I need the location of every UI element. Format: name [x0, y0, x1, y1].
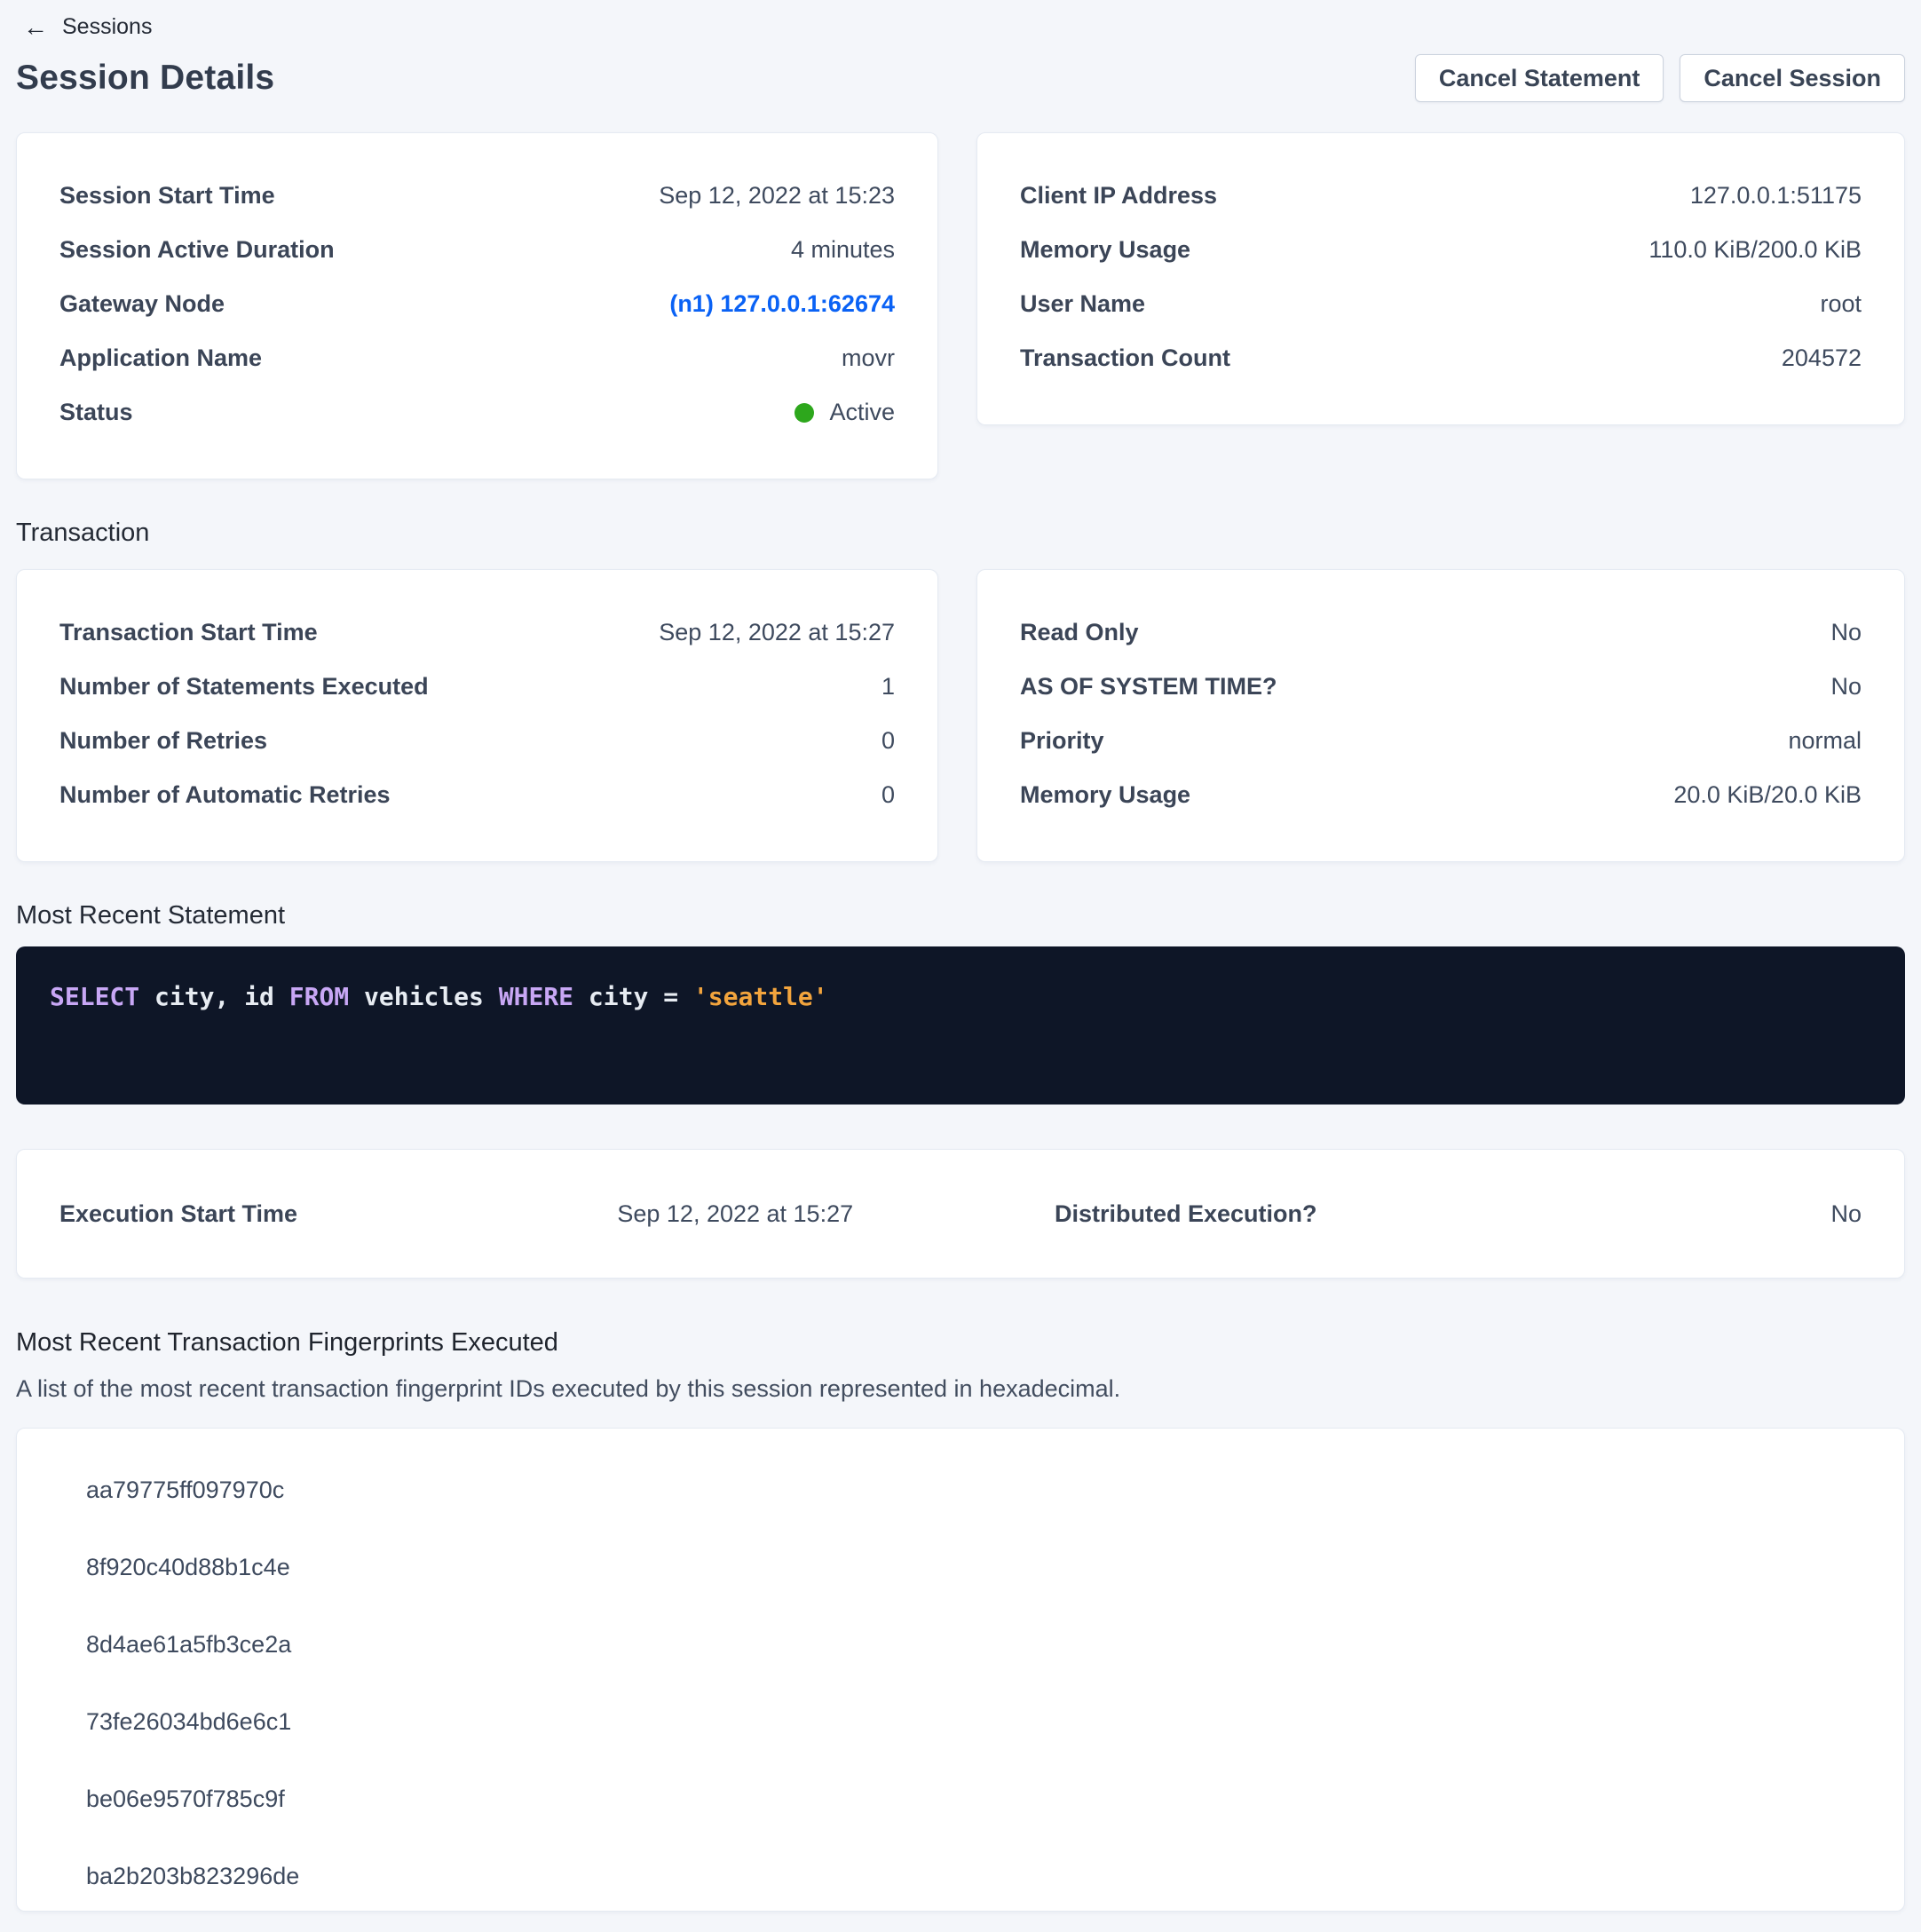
client-info-card: Client IP Address 127.0.0.1:51175 Memory…	[976, 132, 1905, 425]
info-label: User Name	[1020, 290, 1145, 318]
statement-section-heading: Most Recent Statement	[16, 901, 1905, 930]
status-value: Active	[829, 399, 895, 426]
fingerprints-section-heading: Most Recent Transaction Fingerprints Exe…	[16, 1328, 1905, 1358]
info-row-priority: Priority normal	[1020, 714, 1862, 768]
info-value: 204572	[1782, 344, 1862, 372]
info-value: Sep 12, 2022 at 15:23	[659, 182, 895, 210]
info-value: root	[1820, 290, 1862, 318]
info-label: Gateway Node	[59, 290, 225, 318]
info-value: 0	[881, 727, 895, 755]
info-value: movr	[842, 344, 895, 372]
info-label: Transaction Count	[1020, 344, 1230, 372]
info-value: No	[1830, 619, 1862, 646]
info-row-gateway-node: Gateway Node (n1) 127.0.0.1:62674	[59, 277, 895, 331]
breadcrumb-label: Sessions	[62, 14, 152, 40]
info-row-retries: Number of Retries 0	[59, 714, 895, 768]
info-row-read-only: Read Only No	[1020, 606, 1862, 660]
sql-keyword: WHERE	[499, 982, 573, 1011]
info-row-txn-start-time: Transaction Start Time Sep 12, 2022 at 1…	[59, 606, 895, 660]
sql-keyword: FROM	[289, 982, 349, 1011]
transaction-info-row: Transaction Start Time Sep 12, 2022 at 1…	[16, 569, 1905, 862]
info-label: Status	[59, 399, 133, 426]
cancel-session-button[interactable]: Cancel Session	[1680, 54, 1905, 102]
info-label: Application Name	[59, 344, 262, 372]
fingerprints-description: A list of the most recent transaction fi…	[16, 1375, 1905, 1403]
info-value: 110.0 KiB/200.0 KiB	[1648, 236, 1862, 264]
info-label: Priority	[1020, 727, 1104, 755]
info-label: Memory Usage	[1020, 236, 1190, 264]
fingerprint-list-item: ba2b203b823296de	[86, 1838, 1862, 1915]
execution-start-time-value: Sep 12, 2022 at 15:27	[617, 1200, 853, 1228]
execution-start-time-label: Execution Start Time	[59, 1200, 297, 1228]
info-row-session-active-duration: Session Active Duration 4 minutes	[59, 223, 895, 277]
info-label: Number of Retries	[59, 727, 267, 755]
info-label: AS OF SYSTEM TIME?	[1020, 673, 1277, 701]
fingerprint-list-item: be06e9570f785c9f	[86, 1761, 1862, 1838]
sql-statement-text: SELECT city, id FROM vehicles WHERE city…	[50, 982, 828, 1011]
session-details-page: ← Sessions Session Details Cancel Statem…	[0, 0, 1921, 1932]
info-row-automatic-retries: Number of Automatic Retries 0	[59, 768, 895, 822]
session-info-row: Session Start Time Sep 12, 2022 at 15:23…	[16, 132, 1905, 479]
info-row-as-of-system-time: AS OF SYSTEM TIME? No	[1020, 660, 1862, 714]
sql-string-literal: 'seattle'	[693, 982, 828, 1011]
info-row-application-name: Application Name movr	[59, 331, 895, 385]
info-label: Session Active Duration	[59, 236, 335, 264]
transaction-right-card: Read Only No AS OF SYSTEM TIME? No Prior…	[976, 569, 1905, 862]
info-label: Read Only	[1020, 619, 1139, 646]
info-row-transaction-count: Transaction Count 204572	[1020, 331, 1862, 385]
info-row-txn-memory-usage: Memory Usage 20.0 KiB/20.0 KiB	[1020, 768, 1862, 822]
fingerprints-card: aa79775ff097970c 8f920c40d88b1c4e 8d4ae6…	[16, 1428, 1905, 1912]
title-row: Session Details Cancel Statement Cancel …	[16, 54, 1905, 102]
info-label: Number of Statements Executed	[59, 673, 429, 701]
info-row-user-name: User Name root	[1020, 277, 1862, 331]
info-row-session-start-time: Session Start Time Sep 12, 2022 at 15:23	[59, 169, 895, 223]
execution-info-card: Execution Start Time Sep 12, 2022 at 15:…	[16, 1149, 1905, 1279]
gateway-node-link[interactable]: (n1) 127.0.0.1:62674	[669, 290, 895, 318]
sql-identifiers: city, id	[139, 982, 289, 1011]
info-row-statements-executed: Number of Statements Executed 1	[59, 660, 895, 714]
info-value: Sep 12, 2022 at 15:27	[659, 619, 895, 646]
sql-statement-box: SELECT city, id FROM vehicles WHERE city…	[16, 946, 1905, 1105]
sql-keyword: SELECT	[50, 982, 139, 1011]
info-value: 1	[881, 673, 895, 701]
distributed-execution-value: No	[1830, 1200, 1862, 1228]
info-value: 0	[881, 781, 895, 809]
transaction-section-heading: Transaction	[16, 519, 1905, 548]
page-actions: Cancel Statement Cancel Session	[1415, 54, 1905, 102]
info-value: No	[1830, 673, 1862, 701]
info-row-client-ip: Client IP Address 127.0.0.1:51175	[1020, 169, 1862, 223]
fingerprint-list-item: 73fe26034bd6e6c1	[86, 1683, 1862, 1761]
session-info-card: Session Start Time Sep 12, 2022 at 15:23…	[16, 132, 938, 479]
transaction-left-card: Transaction Start Time Sep 12, 2022 at 1…	[16, 569, 938, 862]
status-badge: Active	[794, 399, 895, 426]
breadcrumb-back-sessions[interactable]: ← Sessions	[16, 9, 152, 40]
info-label: Transaction Start Time	[59, 619, 318, 646]
status-active-dot-icon	[794, 403, 814, 423]
info-value: 127.0.0.1:51175	[1690, 182, 1862, 210]
cancel-statement-button[interactable]: Cancel Statement	[1415, 54, 1664, 102]
sql-identifiers: city =	[573, 982, 693, 1011]
info-label: Session Start Time	[59, 182, 275, 210]
info-row-memory-usage: Memory Usage 110.0 KiB/200.0 KiB	[1020, 223, 1862, 277]
fingerprint-list-item: 8f920c40d88b1c4e	[86, 1529, 1862, 1606]
info-value: 20.0 KiB/20.0 KiB	[1673, 781, 1862, 809]
info-row-status: Status Active	[59, 385, 895, 439]
back-arrow-icon: ←	[23, 15, 48, 40]
info-label: Client IP Address	[1020, 182, 1217, 210]
page-title: Session Details	[16, 59, 274, 98]
info-value: normal	[1788, 727, 1862, 755]
sql-identifiers: vehicles	[349, 982, 499, 1011]
info-label: Number of Automatic Retries	[59, 781, 391, 809]
distributed-execution-label: Distributed Execution?	[1055, 1200, 1317, 1228]
info-label: Memory Usage	[1020, 781, 1190, 809]
fingerprint-list-item: 8d4ae61a5fb3ce2a	[86, 1606, 1862, 1683]
fingerprint-list-item: aa79775ff097970c	[86, 1452, 1862, 1529]
info-value: 4 minutes	[791, 236, 895, 264]
